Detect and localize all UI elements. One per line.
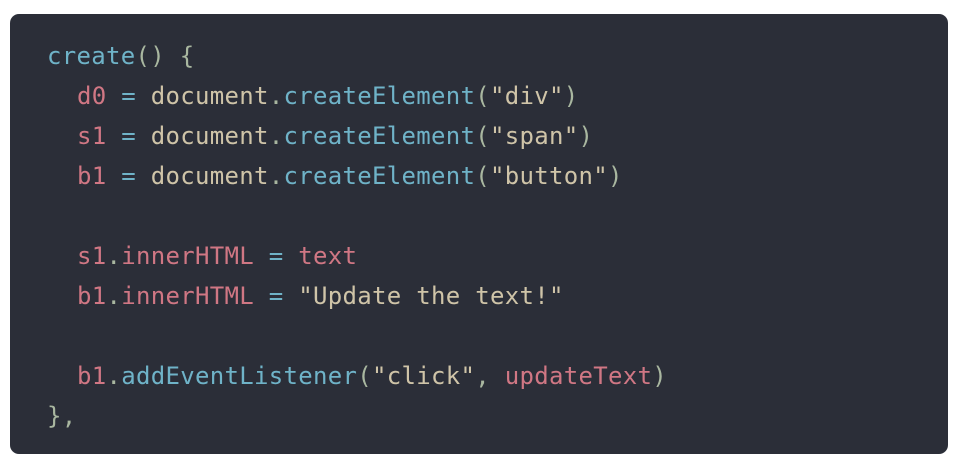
code-token-punctuation: ( <box>357 362 372 390</box>
code-token-function: = <box>106 162 151 190</box>
code-token-string: "click" <box>372 362 476 390</box>
code-token-punctuation: . <box>268 82 284 110</box>
code-token-function: createElement <box>283 82 476 110</box>
code-line: b1 = document.createElement("button") <box>47 156 948 196</box>
code-token-punctuation: . <box>268 162 284 190</box>
code-token-punctuation: . <box>268 122 284 150</box>
code-token-plain: document <box>150 82 269 110</box>
code-token-function: = <box>106 122 151 150</box>
code-token-plain: document <box>150 122 269 150</box>
code-token-string: "span" <box>490 122 579 150</box>
code-token-punctuation: ) <box>563 82 579 110</box>
code-token-string: "button" <box>490 162 608 190</box>
code-token-punctuation: ( <box>475 162 490 190</box>
code-token-punctuation: . <box>106 242 122 270</box>
code-token-variable: innerHTML <box>121 282 254 310</box>
code-line: b1.innerHTML = "Update the text!" <box>47 276 948 316</box>
code-token-function: create <box>47 42 136 70</box>
code-token-punctuation: ( <box>475 122 490 150</box>
code-token-variable: s1 <box>77 122 107 150</box>
code-token-punctuation: () { <box>135 42 195 70</box>
code-line: d0 = document.createElement("div") <box>47 76 948 116</box>
code-token-punctuation: ( <box>475 82 490 110</box>
code-token-punctuation: . <box>106 362 122 390</box>
code-token-string: "Update the text!" <box>298 282 564 310</box>
code-token-punctuation: . <box>106 282 122 310</box>
code-token-punctuation: , <box>475 362 505 390</box>
code-token-function: = <box>254 242 299 270</box>
code-token-variable: innerHTML <box>121 242 254 270</box>
code-token-variable: updateText <box>504 362 653 390</box>
code-token-function: createElement <box>283 122 476 150</box>
code-token-variable: s1 <box>77 242 107 270</box>
code-token-variable: text <box>298 242 358 270</box>
code-line: s1 = document.createElement("span") <box>47 116 948 156</box>
code-token-punctuation: ) <box>652 362 667 390</box>
code-block: create() { d0 = document.createElement("… <box>10 14 948 454</box>
code-line: create() { <box>47 36 948 76</box>
code-line: }, <box>47 396 948 436</box>
code-token-variable: b1 <box>77 282 107 310</box>
code-token-variable: b1 <box>77 162 107 190</box>
code-token-function: createElement <box>283 162 476 190</box>
code-token-punctuation: ) <box>608 162 623 190</box>
code-token-plain: document <box>150 162 269 190</box>
code-token-variable: d0 <box>77 82 107 110</box>
code-line: b1.addEventListener("click", updateText) <box>47 356 948 396</box>
code-line: s1.innerHTML = text <box>47 236 948 276</box>
code-token-punctuation: ) <box>578 122 594 150</box>
code-token-string: "div" <box>490 82 564 110</box>
code-token-variable: b1 <box>77 362 107 390</box>
code-token-function: = <box>254 282 299 310</box>
code-token-function: addEventListener <box>121 362 358 390</box>
code-token-function: = <box>106 82 151 110</box>
code-token-punctuation: }, <box>47 402 77 430</box>
